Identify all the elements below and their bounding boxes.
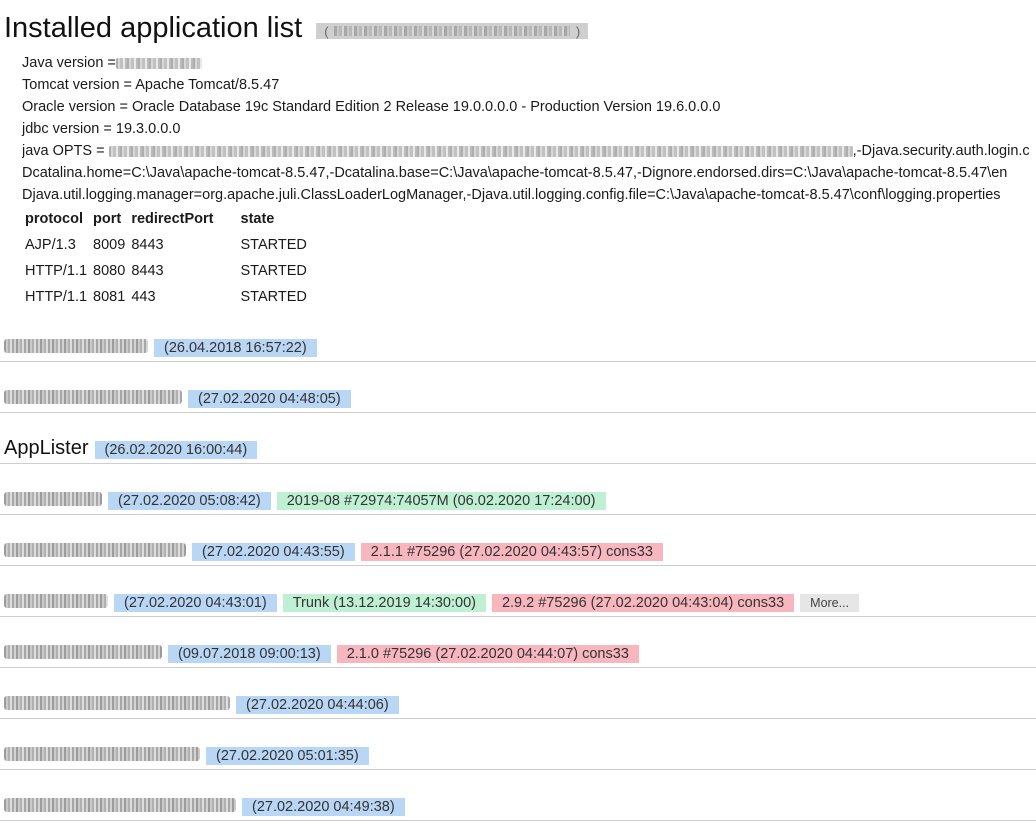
deploy-date-badge: (26.02.2020 16:00:44): [94, 441, 258, 459]
suffix-close-paren: ): [575, 23, 581, 39]
connector-header-row: protocol port redirectPort state: [22, 206, 310, 232]
page: Installed application list ( ) Java vers…: [0, 0, 1036, 830]
build-version-badge: Trunk (13.12.2019 14:30:00): [282, 594, 486, 612]
release-version-badge: 2.1.1 #75296 (27.02.2020 04:43:57) cons3…: [360, 543, 663, 561]
redacted-app-name: [4, 543, 186, 557]
deploy-date-badge: (27.02.2020 04:48:05): [188, 390, 351, 408]
app-row[interactable]: (27.02.2020 05:01:35): [0, 719, 1036, 770]
redacted-app-name: [4, 645, 162, 659]
suffix-open-paren: (: [324, 23, 329, 39]
redacted-app-name: [4, 798, 236, 812]
cell-state: STARTED: [240, 263, 307, 279]
more-button[interactable]: More...: [800, 594, 860, 612]
redacted-app-name: [4, 747, 200, 761]
build-version-badge: 2019-08 #72974:74057M (06.02.2020 17:24:…: [276, 492, 606, 510]
redacted-java-version: [115, 57, 202, 69]
page-title: Installed application list: [4, 12, 303, 44]
app-row[interactable]: (27.02.2020 04:43:55) 2.1.1 #75296 (27.0…: [0, 515, 1036, 566]
app-name[interactable]: AppLister: [4, 436, 89, 460]
cell-state: STARTED: [240, 289, 307, 305]
app-row[interactable]: (27.02.2020 05:08:42) 2019-08 #72974:740…: [0, 464, 1036, 515]
deploy-date-badge: (27.02.2020 04:43:55): [192, 543, 355, 561]
app-row[interactable]: (27.02.2020 04:44:06): [0, 668, 1036, 719]
deploy-date-badge: (27.02.2020 04:44:06): [236, 696, 399, 714]
col-state: state: [240, 211, 275, 227]
cell-port: 8081: [93, 289, 126, 305]
java-opts-line-1: java OPTS = ,-Djava.security.auth.login.…: [22, 140, 1036, 162]
redacted-app-name: [4, 390, 182, 404]
redacted-app-name: [4, 492, 102, 506]
redacted-java-opts: [108, 145, 853, 157]
redacted-app-name: [4, 594, 108, 608]
deploy-date-badge: (09.07.2018 09:00:13): [168, 645, 331, 663]
col-protocol: protocol: [25, 211, 83, 227]
app-row[interactable]: AppLister (26.02.2020 16:00:44): [0, 413, 1036, 464]
redacted-app-name: [4, 339, 148, 353]
col-port: port: [93, 211, 122, 227]
connector-table: protocol port redirectPort state AJP/1.3…: [22, 206, 310, 310]
cell-redirect-port: 443: [131, 289, 156, 305]
app-row[interactable]: (09.07.2018 09:00:13) 2.1.0 #75296 (27.0…: [0, 617, 1036, 668]
table-row: AJP/1.3 8009 8443 STARTED: [22, 232, 310, 258]
app-row[interactable]: (27.02.2020 04:43:01) Trunk (13.12.2019 …: [0, 566, 1036, 617]
deploy-date-badge: (26.04.2018 16:57:22): [154, 339, 317, 357]
cell-protocol: AJP/1.3: [25, 237, 76, 253]
deploy-date-badge: (27.02.2020 05:08:42): [108, 492, 271, 510]
cell-redirect-port: 8443: [131, 237, 164, 253]
java-version-line: Java version =: [22, 52, 720, 74]
app-row[interactable]: (27.02.2020 04:48:05): [0, 362, 1036, 413]
deploy-date-badge: (27.02.2020 04:43:01): [114, 594, 277, 612]
java-opts-label: java OPTS =: [22, 143, 109, 159]
tomcat-version-line: Tomcat version = Apache Tomcat/8.5.47: [22, 77, 280, 93]
environment-info: Java version = Tomcat version = Apache T…: [22, 52, 720, 140]
app-row[interactable]: (26.04.2018 16:57:22): [0, 311, 1036, 362]
cell-state: STARTED: [240, 237, 307, 253]
app-row[interactable]: (27.02.2020 04:49:38): [0, 770, 1036, 821]
redacted-app-name: [4, 696, 230, 710]
cell-redirect-port: 8443: [131, 263, 164, 279]
java-opts-line-3: Djava.util.logging.manager=org.apache.ju…: [22, 187, 1001, 203]
col-redirect-port: redirectPort: [131, 211, 214, 227]
cell-protocol: HTTP/1.1: [25, 263, 88, 279]
redacted-server-name: ( ): [316, 23, 589, 39]
deploy-date-badge: (27.02.2020 05:01:35): [206, 747, 369, 765]
redacted-blur: [334, 26, 571, 36]
release-version-badge: 2.1.0 #75296 (27.02.2020 04:44:07) cons3…: [336, 645, 639, 663]
release-version-badge: 2.9.2 #75296 (27.02.2020 04:43:04) cons3…: [491, 594, 795, 612]
cell-port: 8009: [93, 237, 126, 253]
cell-port: 8080: [93, 263, 126, 279]
java-opts-line-2: Dcatalina.home=C:\Java\apache-tomcat-8.5…: [22, 165, 1008, 181]
oracle-version-line: Oracle version = Oracle Database 19c Sta…: [22, 99, 721, 115]
java-version-label: Java version =: [22, 55, 116, 71]
cell-protocol: HTTP/1.1: [25, 289, 88, 305]
table-row: HTTP/1.1 8081 443 STARTED: [22, 284, 310, 310]
java-opts-tail: ,-Djava.security.auth.login.c: [852, 143, 1030, 159]
jdbc-version-line: jdbc version = 19.3.0.0.0: [22, 121, 181, 137]
table-row: HTTP/1.1 8080 8443 STARTED: [22, 258, 310, 284]
title-row: Installed application list ( ): [4, 10, 589, 46]
deploy-date-badge: (27.02.2020 04:49:38): [242, 798, 405, 816]
